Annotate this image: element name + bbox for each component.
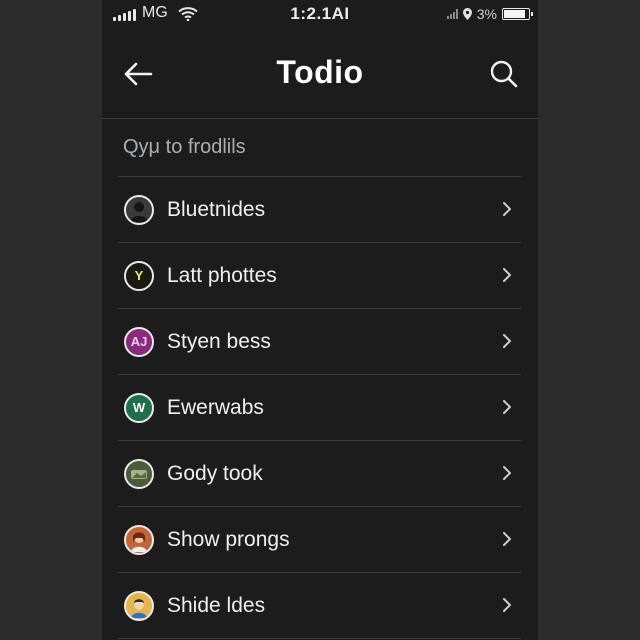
list-item[interactable]: W Ewerwabs xyxy=(118,375,521,440)
avatar xyxy=(124,194,154,225)
battery-percent: 3% xyxy=(476,6,497,22)
status-right: 3% xyxy=(446,6,533,22)
avatar xyxy=(124,590,154,621)
app-header: Todio xyxy=(102,36,538,116)
status-bar: MG 1:2.1AI 3% xyxy=(102,0,538,30)
item-list: Bluetnides Y Latt phottes AJ Styen bess … xyxy=(118,176,521,639)
list-item-label: Ewerwabs xyxy=(167,395,264,419)
chevron-right-icon xyxy=(503,532,511,546)
chevron-right-icon xyxy=(503,466,511,480)
list-item-label: Shide ldes xyxy=(167,593,266,617)
list-item[interactable]: Shide ldes xyxy=(118,573,521,638)
chevron-right-icon xyxy=(503,268,511,282)
list-item[interactable]: AJ Styen bess xyxy=(118,309,521,374)
list-item-label: Show prongs xyxy=(167,527,290,551)
avatar-glyph: AJ xyxy=(130,334,148,349)
avatar-glyph: W xyxy=(132,400,146,415)
chevron-right-icon xyxy=(503,334,511,348)
list-item-label: Bluetnides xyxy=(167,197,266,221)
list-item[interactable]: Y Latt phottes xyxy=(118,243,521,308)
battery-icon xyxy=(502,8,533,20)
list-item-label: Styen bess xyxy=(167,329,271,353)
avatar xyxy=(124,524,154,555)
avatar: AJ xyxy=(124,326,154,357)
cell-signal-icon xyxy=(446,9,458,19)
avatar-glyph: Y xyxy=(134,268,144,283)
list-item-label: Latt phottes xyxy=(167,263,277,287)
section-heading: Qyμ to frodlils xyxy=(123,136,246,158)
list-item[interactable]: Show prongs xyxy=(118,507,521,572)
avatar: Y xyxy=(124,260,154,291)
list-item[interactable]: Bluetnides xyxy=(118,177,521,242)
list-item-label: Gody took xyxy=(167,461,263,485)
avatar: W xyxy=(124,392,154,423)
person-icon xyxy=(131,532,147,552)
landscape-icon xyxy=(131,469,147,479)
battery-level xyxy=(504,10,525,18)
chevron-right-icon xyxy=(503,202,511,216)
person-icon xyxy=(130,201,148,222)
search-icon xyxy=(490,60,518,88)
person-icon xyxy=(131,598,147,618)
chevron-right-icon xyxy=(503,400,511,414)
page-title: Todio xyxy=(276,54,364,90)
location-icon xyxy=(462,8,472,20)
search-button[interactable] xyxy=(484,54,524,94)
chevron-right-icon xyxy=(503,598,511,612)
avatar xyxy=(124,458,154,489)
phone-screen: MG 1:2.1AI 3% Todio Qyμ to frodlils Blue… xyxy=(102,0,538,640)
list-item[interactable]: Gody took xyxy=(118,441,521,506)
list-divider xyxy=(118,638,521,639)
header-divider xyxy=(102,118,538,119)
